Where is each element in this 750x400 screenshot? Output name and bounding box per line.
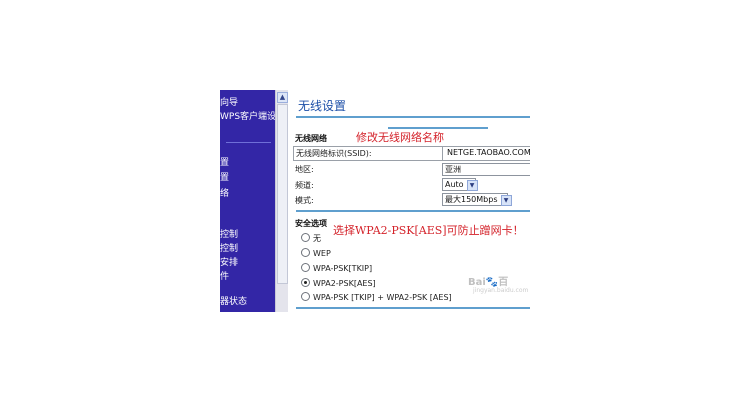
sidebar-item-setup-wizard[interactable]: 向导 <box>220 98 238 109</box>
baidu-watermark: Bai🐾百 <box>468 277 509 288</box>
sidebar-scrollbar[interactable]: ▲ <box>275 90 288 312</box>
channel-label: 频道: <box>295 181 314 190</box>
main-content: 无线设置 无线网络 修改无线网络名称 无线网络标识(SSID): NETGE.T… <box>288 90 530 312</box>
ssid-row: 无线网络标识(SSID): NETGE.TAOBAO.COM <box>293 146 530 161</box>
security-option-wep[interactable]: WEP <box>301 248 331 259</box>
sidebar-item-email[interactable]: 件 <box>220 272 229 283</box>
radio-button-icon[interactable] <box>301 248 310 257</box>
security-option-label: WEP <box>313 249 331 258</box>
sidebar-item-control-2[interactable]: 控制 <box>220 244 238 255</box>
mode-value: 最大150Mbps <box>445 195 498 204</box>
wireless-section-rule <box>388 127 488 129</box>
title-rule <box>296 116 530 118</box>
scrollbar-thumb[interactable] <box>277 104 288 284</box>
region-field[interactable]: 亚洲 <box>442 163 530 176</box>
security-annotation: 选择WPA2-PSK[AES]可防止蹭网卡！ <box>333 224 524 237</box>
region-label: 地区: <box>295 165 314 174</box>
radio-button-icon[interactable] <box>301 233 310 242</box>
security-option-label: 无 <box>313 234 321 243</box>
ssid-divider <box>442 147 443 160</box>
region-value: 亚洲 <box>445 165 461 174</box>
sidebar-item-router-status[interactable]: 器状态 <box>220 297 247 308</box>
chevron-down-icon[interactable]: ▼ <box>466 180 478 191</box>
mode-label: 模式: <box>295 196 314 205</box>
chevron-down-icon[interactable]: ▼ <box>500 195 512 206</box>
security-option-label: WPA-PSK [TKIP] + WPA2-PSK [AES] <box>313 293 452 302</box>
ssid-label: 无线网络标识(SSID): <box>296 149 372 158</box>
bottom-rule <box>296 307 530 309</box>
security-option-none[interactable]: 无 <box>301 233 321 244</box>
channel-value: Auto <box>445 180 464 189</box>
security-option-wpa-wpa2-mixed[interactable]: WPA-PSK [TKIP] + WPA2-PSK [AES] <box>301 292 452 303</box>
sidebar-item-network[interactable]: 络 <box>220 189 229 200</box>
sidebar: 向导 WPS客户端设 置 置 络 控制 控制 安排 件 器状态 <box>220 90 276 312</box>
rename-ssid-annotation: 修改无线网络名称 <box>356 131 444 144</box>
radio-button-selected-icon[interactable] <box>301 278 310 287</box>
sidebar-divider <box>226 142 271 143</box>
channel-select[interactable]: Auto ▼ <box>442 178 478 191</box>
ssid-input[interactable]: NETGE.TAOBAO.COM <box>447 148 530 157</box>
sidebar-item-settings-1[interactable]: 置 <box>220 158 229 169</box>
security-section-rule <box>296 210 530 212</box>
security-option-wpa2-psk-aes[interactable]: WPA2-PSK[AES] <box>301 278 376 289</box>
security-option-label: WPA2-PSK[AES] <box>313 279 376 288</box>
mode-select[interactable]: 最大150Mbps ▼ <box>442 193 512 206</box>
radio-button-icon[interactable] <box>301 263 310 272</box>
wireless-network-section-label: 无线网络 <box>295 134 327 143</box>
security-option-label: WPA-PSK[TKIP] <box>313 264 373 273</box>
router-screenshot: 向导 WPS客户端设 置 置 络 控制 控制 安排 件 器状态 ▲ 无线设置 无… <box>220 90 530 312</box>
sidebar-item-schedule[interactable]: 安排 <box>220 258 238 269</box>
page-title: 无线设置 <box>298 99 347 113</box>
sidebar-item-control-1[interactable]: 控制 <box>220 230 238 241</box>
security-options-section-label: 安全选项 <box>295 219 327 228</box>
sidebar-item-settings-2[interactable]: 置 <box>220 173 229 184</box>
sidebar-item-wps-client[interactable]: WPS客户端设 <box>220 112 276 123</box>
security-option-wpa-psk-tkip[interactable]: WPA-PSK[TKIP] <box>301 263 372 274</box>
scroll-up-arrow-icon[interactable]: ▲ <box>277 92 288 103</box>
radio-button-icon[interactable] <box>301 292 310 301</box>
baidu-watermark-url: jingyan.baidu.com <box>473 287 529 294</box>
